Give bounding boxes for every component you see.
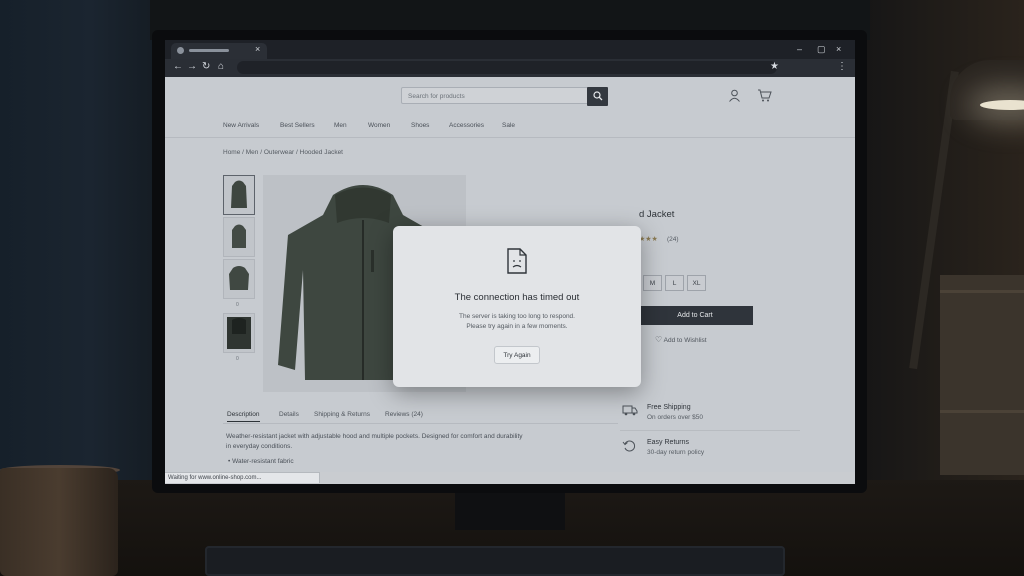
feature-bullet: • Water-resistant fabric [228, 458, 294, 465]
breadcrumb: Home / Men / Outerwear / Hooded Jacket [223, 149, 343, 156]
review-count[interactable]: (24) [667, 236, 679, 243]
return-icon [622, 439, 636, 456]
back-icon[interactable]: ← [173, 61, 183, 72]
dialog-message: The server is taking too long to respond… [393, 312, 641, 332]
account-icon[interactable] [728, 89, 741, 105]
thumbnail-caption: 0 [236, 302, 239, 308]
coffee-mug [0, 468, 118, 576]
page-viewport: Search for products New Arrivals Best Se… [165, 77, 855, 472]
perk-easy-returns-title: Easy Returns [647, 439, 690, 446]
address-bar[interactable] [237, 61, 777, 74]
thumbnail-caption: 0 [236, 356, 239, 362]
truck-icon [622, 404, 638, 419]
tab-reviews[interactable]: Reviews (24) [385, 411, 423, 418]
product-thumbnail[interactable] [223, 175, 255, 215]
menu-item-men[interactable]: Men [334, 122, 347, 129]
browser-status-bar: Waiting for www.online-shop.com... [165, 472, 320, 483]
perk-free-shipping-subtitle: On orders over $50 [647, 414, 704, 421]
cart-icon[interactable] [757, 89, 772, 105]
site-header: Search for products [165, 77, 855, 115]
product-thumbnail[interactable] [223, 217, 255, 257]
dialog-title: The connection has timed out [454, 292, 580, 303]
product-description: Weather-resistant jacket with adjustable… [226, 433, 523, 450]
search-input[interactable]: Search for products [401, 87, 591, 104]
browser-toolbar: ← → ↻ ⌂ ★ ⋮ [165, 59, 855, 77]
product-tabs: Description Details Shipping & Returns R… [223, 409, 618, 424]
tab-description[interactable]: Description [227, 411, 260, 422]
minimize-icon[interactable]: – [797, 44, 802, 54]
browser-tab-bar: × – ▢ × [165, 40, 855, 59]
wishlist-label: Add to Wishlist [663, 337, 707, 344]
size-option-xl[interactable]: XL [687, 275, 706, 291]
menu-item-new-arrivals[interactable]: New Arrivals [223, 122, 259, 129]
browser-tab[interactable]: × [171, 43, 267, 59]
add-to-cart-button[interactable]: Add to Cart [637, 306, 753, 325]
heart-icon: ♡ [655, 335, 663, 344]
monitor-stand [455, 490, 565, 530]
try-again-button[interactable]: Try Again [494, 346, 540, 364]
reload-icon[interactable]: ↻ [202, 61, 210, 72]
tab-shipping-returns[interactable]: Shipping & Returns [314, 411, 370, 418]
tab-title-placeholder [189, 49, 229, 52]
browser-menu-icon[interactable]: ⋮ [837, 61, 847, 72]
product-thumbnail[interactable] [223, 313, 255, 353]
breadcrumb-current: Hooded Jacket [299, 149, 343, 156]
menu-item-best-sellers[interactable]: Best Sellers [280, 122, 315, 129]
menu-item-shoes[interactable]: Shoes [411, 122, 429, 129]
breadcrumb-home[interactable]: Home [223, 149, 240, 156]
bookmark-star-icon[interactable]: ★ [770, 61, 779, 72]
shelf-edge [940, 290, 1024, 293]
rating-stars-icon: ★★★ [639, 236, 658, 243]
search-button[interactable] [587, 87, 608, 106]
keyboard [205, 546, 785, 576]
timeout-dialog: The connection has timed out The server … [393, 226, 641, 387]
maximize-icon[interactable]: ▢ [817, 44, 826, 55]
monitor-screen: × – ▢ × ← → ↻ ⌂ ★ ⋮ Search for products [165, 40, 855, 484]
shelf-edge [940, 410, 1024, 413]
sad-document-icon [507, 248, 527, 274]
perk-free-shipping-title: Free Shipping [647, 404, 691, 411]
breadcrumb-men[interactable]: Men [246, 149, 259, 156]
home-icon[interactable]: ⌂ [218, 61, 224, 72]
product-title: d Jacket [639, 209, 675, 220]
tab-close-icon[interactable]: × [255, 44, 260, 54]
menu-item-women[interactable]: Women [368, 122, 390, 129]
dialog-message-line: The server is taking too long to respond… [459, 313, 575, 320]
close-window-icon[interactable]: × [836, 44, 841, 54]
add-to-wishlist-link[interactable]: ♡ Add to Wishlist [655, 335, 707, 344]
favicon-icon [177, 47, 184, 54]
tab-details[interactable]: Details [279, 411, 299, 418]
size-option-m[interactable]: M [643, 275, 662, 291]
category-menu: New Arrivals Best Sellers Men Women Shoe… [165, 115, 855, 138]
forward-icon[interactable]: → [187, 61, 197, 72]
menu-item-sale[interactable]: Sale [502, 122, 515, 129]
menu-item-accessories[interactable]: Accessories [449, 122, 484, 129]
shelf [940, 275, 1024, 475]
search-icon [592, 91, 602, 101]
breadcrumb-outerwear[interactable]: Outerwear [264, 149, 294, 156]
size-option-l[interactable]: L [665, 275, 684, 291]
product-thumbnail[interactable] [223, 259, 255, 299]
perk-divider [620, 430, 800, 431]
dialog-message-line: Please try again in a few moments. [466, 323, 568, 330]
perk-easy-returns-subtitle: 30-day return policy [647, 449, 705, 456]
